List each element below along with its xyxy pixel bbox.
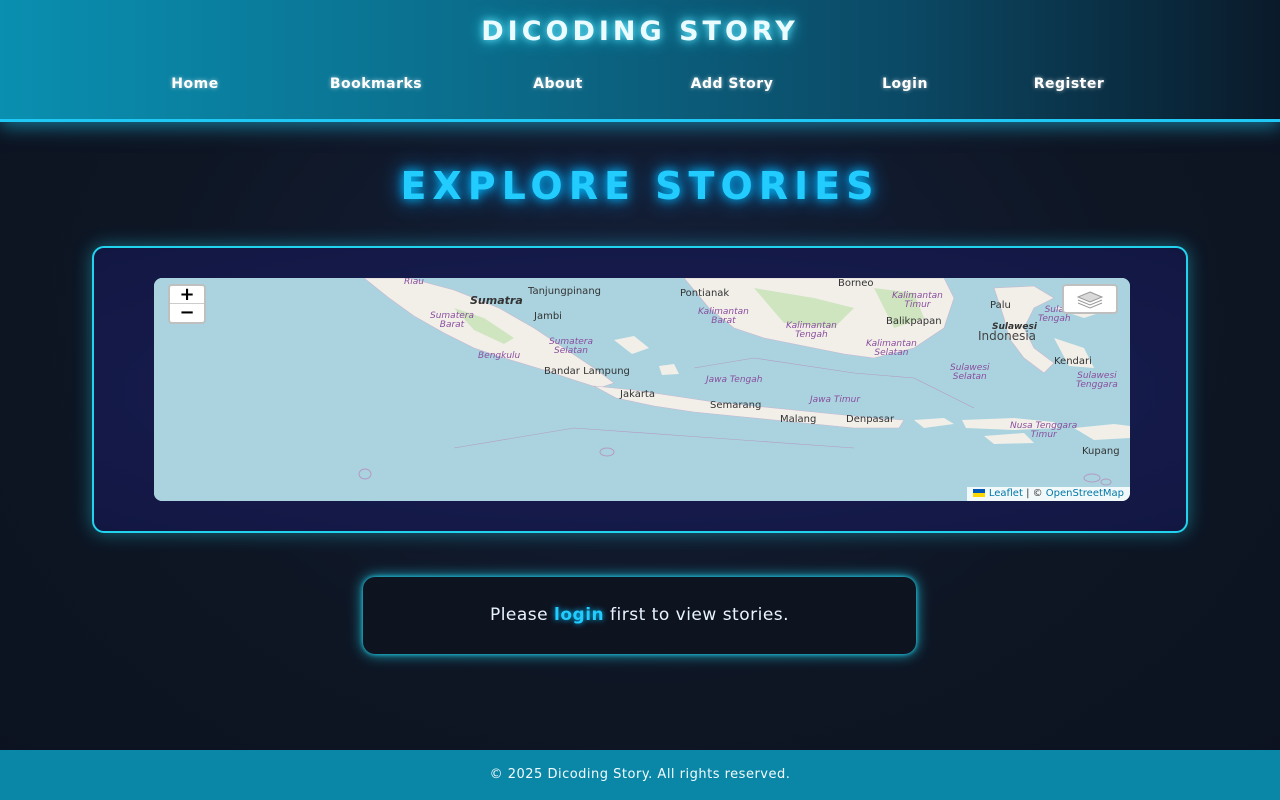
zoom-out-button[interactable]: − [170, 304, 204, 322]
nav-register[interactable]: Register [1034, 76, 1105, 92]
map-label: Indonesia [978, 329, 1037, 343]
login-link[interactable]: login [554, 605, 604, 625]
nav-login[interactable]: Login [882, 76, 928, 92]
nav-add-story[interactable]: Add Story [691, 76, 774, 92]
map-label: Semarang [710, 400, 762, 411]
story-map[interactable]: Riau Tanjungpinang Pontianak Borneo Suma… [154, 278, 1130, 501]
layers-icon [1076, 291, 1104, 309]
leaflet-link[interactable]: Leaflet [989, 488, 1023, 499]
layers-control-button[interactable] [1062, 284, 1118, 314]
map-label: Malang [780, 414, 817, 425]
login-prompt-before: Please [489, 605, 555, 625]
page-title: EXPLORE STORIES [400, 164, 880, 208]
nav-home[interactable]: Home [171, 76, 218, 92]
map-attribution: Leaflet | © OpenStreetMap [966, 487, 1130, 501]
map-label: Jambi [534, 311, 562, 322]
map-label: Pontianak [680, 288, 730, 299]
site-title[interactable]: DICODING STORY [0, 16, 1280, 47]
map-label: Jawa Tengah [706, 375, 763, 385]
ukraine-flag-icon [972, 489, 985, 497]
site-footer: © 2025 Dicoding Story. All rights reserv… [0, 750, 1280, 800]
map-label: Tanjungpinang [528, 286, 601, 297]
map-label: Palu [990, 300, 1011, 311]
site-header: DICODING STORY Home Bookmarks About Add … [0, 0, 1280, 122]
map-label: Kendari [1054, 356, 1092, 367]
login-prompt: Please login first to view stories. [363, 577, 916, 654]
map-label: Kalimantan Selatan [866, 339, 917, 358]
map-label: Sumatera Barat [430, 311, 474, 330]
map-label: Jawa Timur [810, 395, 861, 405]
map-label: Sumatra [470, 294, 523, 307]
main-nav: Home Bookmarks About Add Story Login Reg… [0, 76, 1280, 100]
map-label: Sumatera Selatan [549, 337, 593, 356]
map-label: Kalimantan Tengah [786, 321, 837, 340]
map-label: Kupang [1082, 446, 1120, 457]
map-label: Sulawesi Tenggara [1076, 371, 1118, 390]
map-label: Bandar Lampung [544, 366, 630, 377]
openstreetmap-link[interactable]: OpenStreetMap [1046, 488, 1124, 499]
map-label: Kalimantan Barat [698, 307, 749, 326]
map-label: Kalimantan Timur [892, 291, 943, 310]
map-label: Borneo [838, 278, 874, 289]
copyright-text: © 2025 Dicoding Story. All rights reserv… [489, 767, 791, 782]
attribution-separator: | © [1022, 488, 1046, 499]
map-label: Bengkulu [478, 351, 521, 361]
zoom-control: + − [168, 284, 206, 324]
map-label: Riau [404, 278, 424, 287]
login-prompt-after: first to view stories. [604, 605, 790, 625]
map-card: Riau Tanjungpinang Pontianak Borneo Suma… [92, 246, 1188, 533]
map-label: Denpasar [846, 414, 895, 425]
nav-bookmarks[interactable]: Bookmarks [330, 76, 422, 92]
map-label: Jakarta [620, 389, 655, 400]
map-label: Nusa Tenggara Timur [1010, 421, 1078, 440]
map-label: Sulawesi Selatan [950, 363, 990, 382]
map-label: Balikpapan [886, 316, 942, 327]
nav-about[interactable]: About [533, 76, 583, 92]
